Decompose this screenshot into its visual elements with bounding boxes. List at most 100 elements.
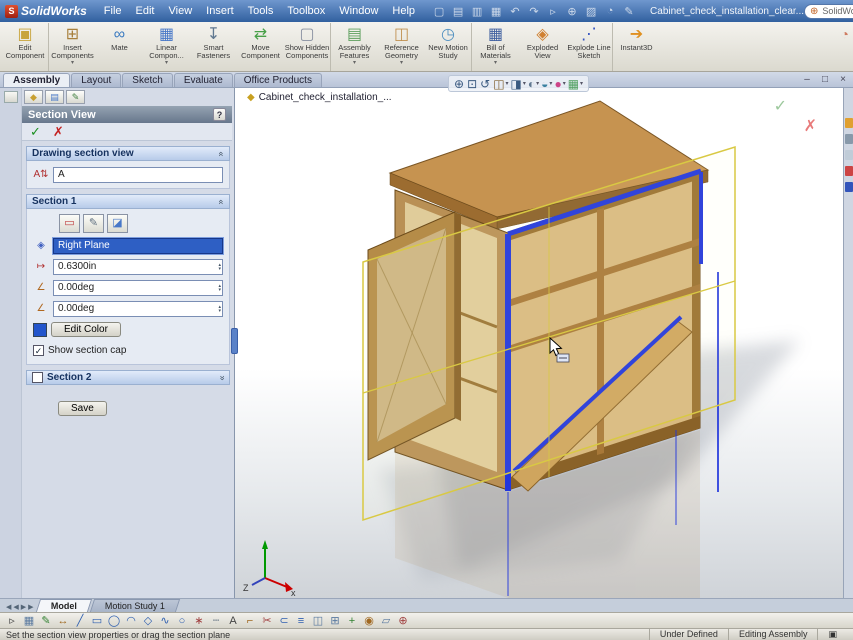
restore-icon[interactable]: □ xyxy=(819,74,831,85)
group-header-drawing-section-view[interactable]: Drawing section view « xyxy=(26,146,230,161)
sketch-tool-icon[interactable]: ○ xyxy=(175,614,189,628)
tab-scroll-icon[interactable]: ▶ xyxy=(28,603,33,611)
search-box[interactable]: ⊕ SolidWorks Search ▾ xyxy=(804,4,853,19)
tab-evaluate[interactable]: Evaluate xyxy=(174,73,233,87)
spinner-arrows[interactable]: ▴▾ xyxy=(218,260,221,274)
panel-splitter-handle[interactable] xyxy=(231,328,238,354)
ribbon-button[interactable]: ↧ Smart Fasteners xyxy=(190,23,237,71)
ribbon-button[interactable]: ▦ Bill of Materials ▾ xyxy=(472,23,519,71)
sketch-tool-icon[interactable]: ⊂ xyxy=(277,614,291,628)
task-pane-tab-icon[interactable] xyxy=(845,150,853,160)
ribbon-button[interactable]: ⊞ Insert Components ▾ xyxy=(49,23,96,71)
sketch-tool-icon[interactable]: ╱ xyxy=(73,614,87,628)
hud-icon[interactable]: ▦ ▾ xyxy=(568,77,583,91)
sketch-tool-icon[interactable]: ⌐ xyxy=(243,614,257,628)
sketch-tool-icon[interactable]: ┄ xyxy=(209,614,223,628)
sketch-tool-icon[interactable]: ◫ xyxy=(311,614,325,628)
reference-plane-field[interactable]: Right Plane xyxy=(53,238,223,254)
tab-layout[interactable]: Layout xyxy=(71,73,121,87)
tab-scroll-icon[interactable]: ◀ xyxy=(6,603,11,611)
tab-assembly[interactable]: Assembly xyxy=(3,73,70,87)
sketch-tool-icon[interactable]: ∿ xyxy=(158,614,172,628)
confirmation-corner-cancel-icon[interactable]: ✗ xyxy=(804,116,817,136)
property-manager-tab-icon[interactable]: ◆ xyxy=(24,90,43,104)
x-rotation-field[interactable]: 0.00deg ▴▾ xyxy=(53,280,223,296)
sketch-tool-icon[interactable]: A xyxy=(226,614,240,628)
model-canvas[interactable]: Z x xyxy=(235,88,843,598)
titlebar-tool-icon[interactable]: ✎ xyxy=(622,5,636,18)
ribbon-button[interactable]: ▤ Assembly Features ▾ xyxy=(331,23,378,71)
sketch-tool-icon[interactable]: ≡ xyxy=(294,614,308,628)
sketch-tool-icon[interactable]: ◯ xyxy=(107,614,121,628)
hud-icon[interactable]: ◐ ▾ xyxy=(528,77,539,91)
ribbon-button[interactable]: ◷ New Motion Study xyxy=(425,23,472,71)
save-button[interactable]: Save xyxy=(58,401,107,416)
section2-checkbox[interactable] xyxy=(32,372,43,383)
titlebar-tool-icon[interactable]: ⊕ xyxy=(565,5,579,18)
sketch-tool-icon[interactable]: ▦ xyxy=(22,614,36,628)
menu-item[interactable]: Edit xyxy=(129,3,162,19)
menu-item[interactable]: Toolbox xyxy=(280,3,332,19)
titlebar-tool-icon[interactable]: ▤ xyxy=(451,5,465,18)
hud-icon[interactable]: ◒ ▾ xyxy=(541,77,552,91)
sketch-tool-icon[interactable]: ▹ xyxy=(5,614,19,628)
menu-item[interactable]: File xyxy=(97,3,129,19)
titlebar-tool-icon[interactable]: ◔ xyxy=(603,5,617,18)
spinner-arrows[interactable]: ▴▾ xyxy=(218,281,221,295)
hud-icon[interactable]: ↺ xyxy=(480,77,491,91)
search-input[interactable]: SolidWorks Search xyxy=(822,6,853,16)
section-color-swatch[interactable] xyxy=(33,323,47,337)
ribbon-button[interactable]: ∞ Mate xyxy=(96,23,143,71)
menu-item[interactable]: Insert xyxy=(199,3,241,19)
menu-item[interactable]: View xyxy=(162,3,200,19)
sketch-tool-icon[interactable]: ◇ xyxy=(141,614,155,628)
titlebar-tool-icon[interactable]: ▥ xyxy=(470,5,484,18)
group-header-section1[interactable]: Section 1 « xyxy=(26,194,230,209)
titlebar-tool-icon[interactable]: ▨ xyxy=(584,5,598,18)
task-pane-tab-icon[interactable] xyxy=(845,182,853,192)
y-rotation-field[interactable]: 0.00deg ▴▾ xyxy=(53,301,223,317)
help-icon[interactable]: ? xyxy=(213,108,226,121)
ribbon-button[interactable]: ➔ Instant3D xyxy=(613,23,660,71)
task-pane-tab-icon[interactable] xyxy=(845,166,853,176)
ribbon-button[interactable]: ◫ Reference Geometry ▾ xyxy=(378,23,425,71)
hud-icon[interactable]: ● ▾ xyxy=(554,77,565,91)
graphics-area[interactable]: ◆ Cabinet_check_installation_... ✓ ✗ xyxy=(235,88,843,598)
section-label-field[interactable]: A xyxy=(53,167,223,183)
group-header-section2[interactable]: Section 2 « xyxy=(26,370,230,385)
hud-icon[interactable]: ◫ ▾ xyxy=(493,77,508,91)
offset-distance-field[interactable]: 0.6300in ▴▾ xyxy=(53,259,223,275)
property-manager-tab-icon[interactable]: ▤ xyxy=(45,90,64,104)
sketch-tool-icon[interactable]: ✎ xyxy=(39,614,53,628)
titlebar-tool-icon[interactable]: ▢ xyxy=(432,5,446,18)
sketch-tool-icon[interactable]: ◠ xyxy=(124,614,138,628)
confirmation-corner-ok-icon[interactable]: ✓ xyxy=(774,96,787,116)
ribbon-button[interactable]: ◈ Exploded View xyxy=(519,23,566,71)
sketch-tool-icon[interactable]: ↔ xyxy=(56,614,70,628)
hud-icon[interactable]: ⊡ xyxy=(467,77,478,91)
tab-scroll-icon[interactable]: ▶ xyxy=(21,603,26,611)
tab-sketch[interactable]: Sketch xyxy=(122,73,173,87)
menu-item[interactable]: Help xyxy=(385,3,422,19)
spinner-arrows[interactable]: ▴▾ xyxy=(218,302,221,316)
flyout-featuremanager-icon[interactable] xyxy=(4,91,18,103)
ribbon-button[interactable]: ▦ Linear Compon... ▾ xyxy=(143,23,190,71)
ribbon-button[interactable]: ⋰ Explode Line Sketch xyxy=(566,23,613,71)
ribbon-button[interactable]: ⇄ Move Component xyxy=(237,23,284,71)
task-pane-tab-icon[interactable] xyxy=(845,118,853,128)
minimize-icon[interactable]: – xyxy=(801,74,813,85)
section-type-button[interactable]: ▭ xyxy=(59,214,80,233)
tab-scroll-icon[interactable]: ◀ xyxy=(13,603,18,611)
section-type-button[interactable]: ✎ xyxy=(83,214,104,233)
sketch-tool-icon[interactable]: ◉ xyxy=(362,614,376,628)
sketch-tool-icon[interactable]: ⊕ xyxy=(396,614,410,628)
cancel-button[interactable]: ✗ xyxy=(53,124,64,140)
sketch-tool-icon[interactable]: ⊞ xyxy=(328,614,342,628)
ok-button[interactable]: ✓ xyxy=(30,124,41,140)
ribbon-button[interactable]: ▣ Edit Component xyxy=(2,23,49,71)
menu-item[interactable]: Window xyxy=(332,3,385,19)
tab-motion-study-1[interactable]: Motion Study 1 xyxy=(89,599,179,612)
sketch-tool-icon[interactable]: ✂ xyxy=(260,614,274,628)
tab-office-products[interactable]: Office Products xyxy=(234,73,322,87)
task-pane-tab-icon[interactable] xyxy=(845,134,853,144)
